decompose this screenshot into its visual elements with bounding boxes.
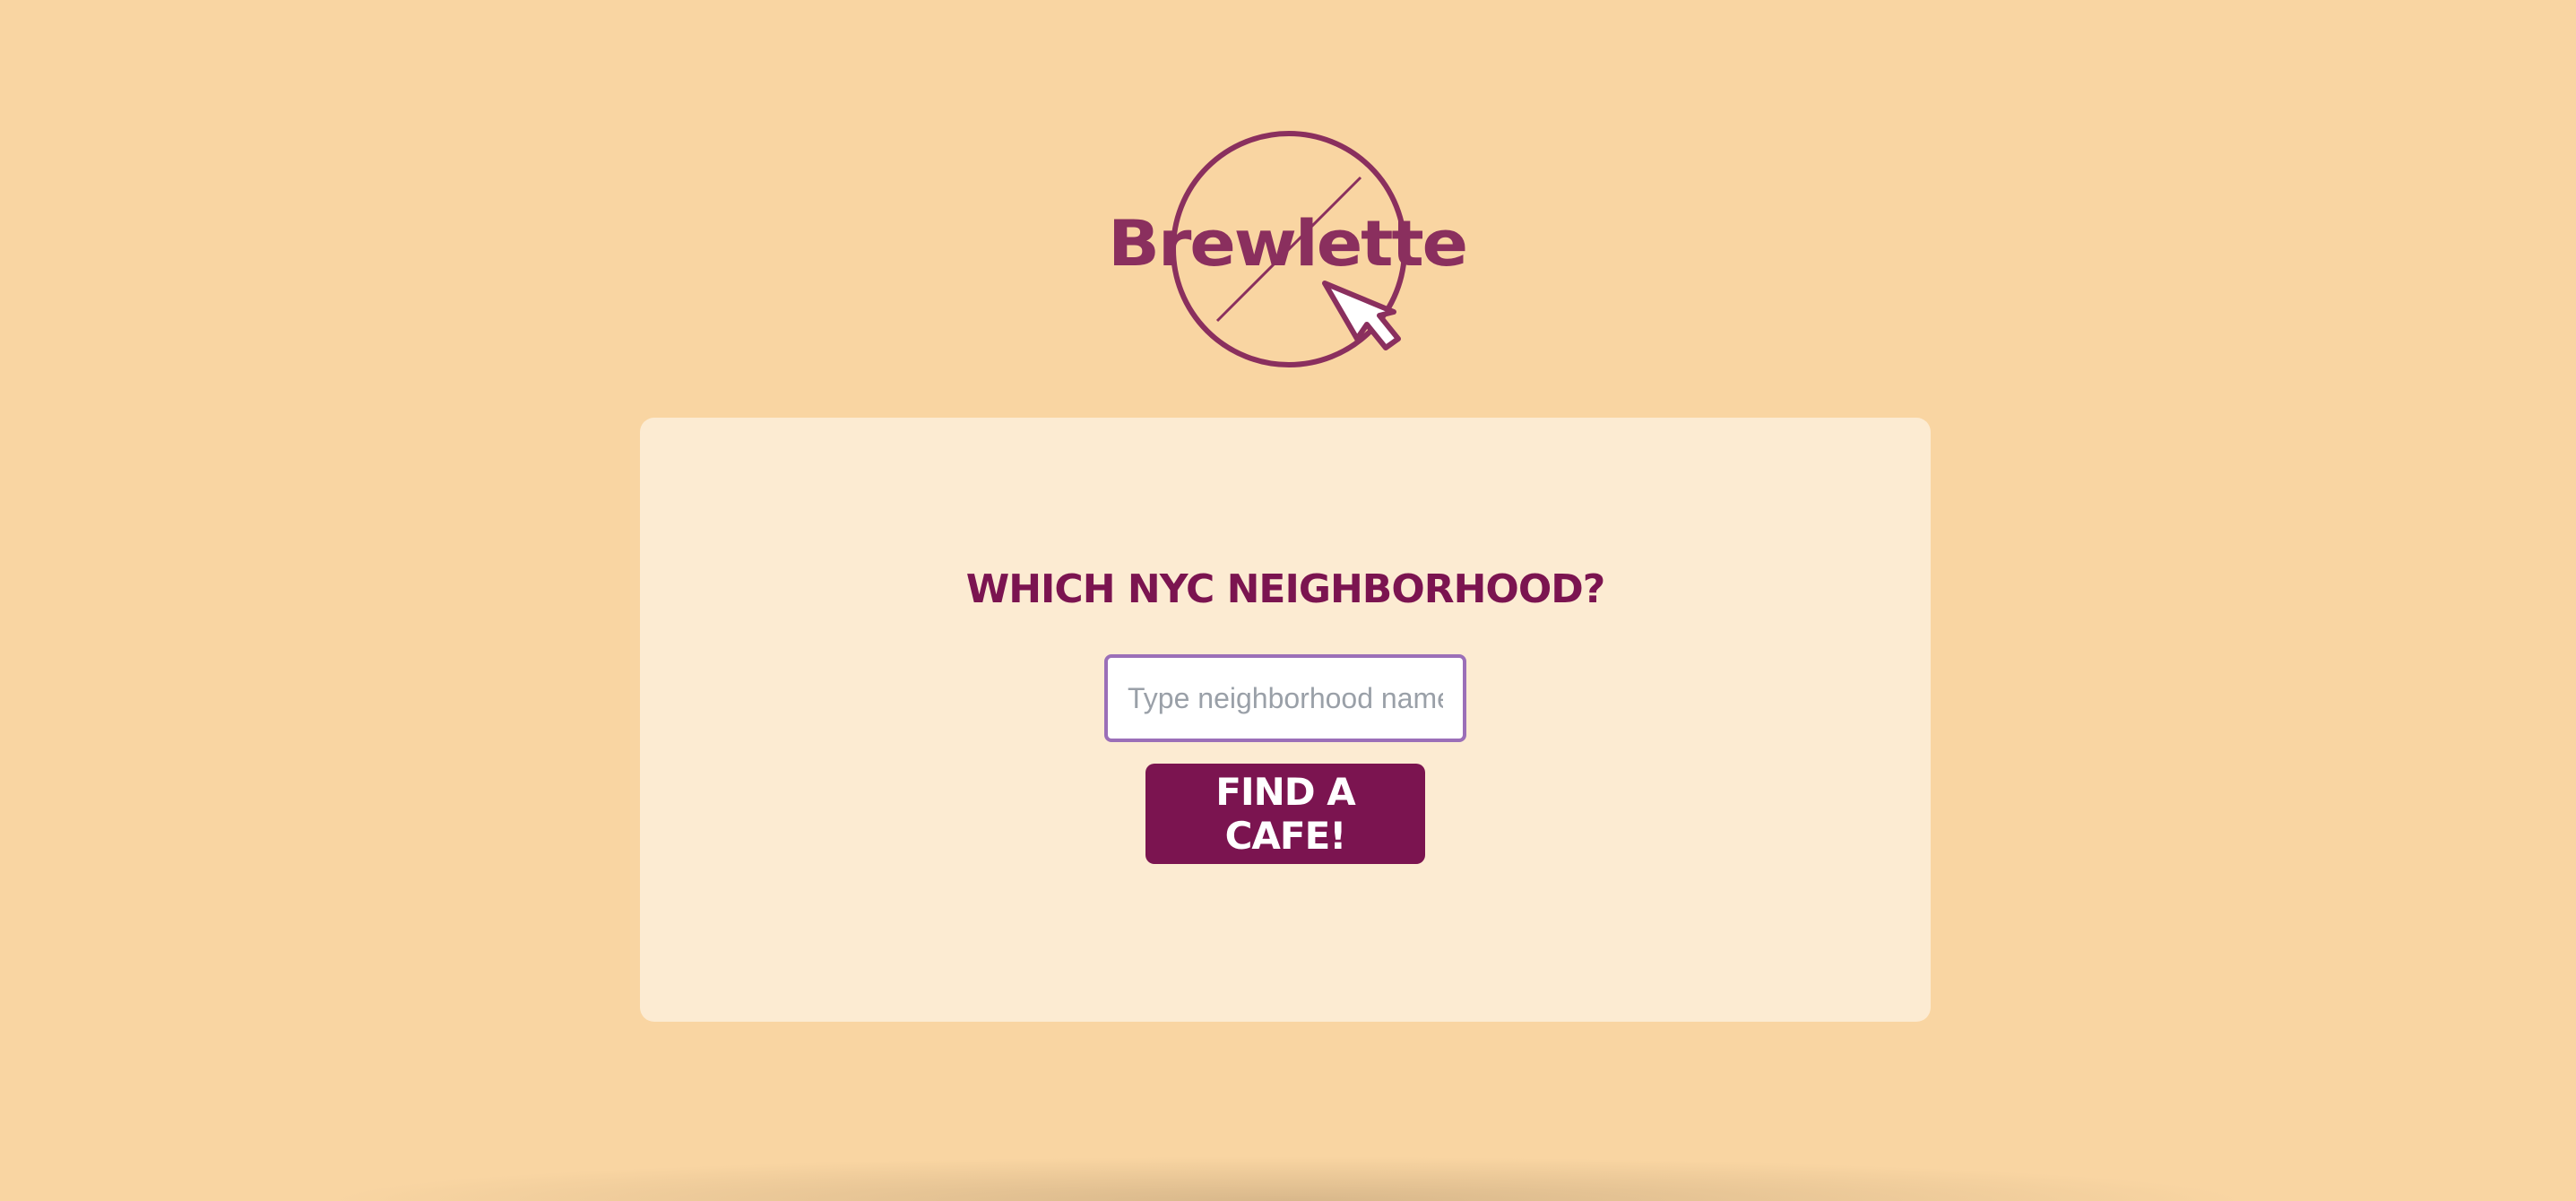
brewlette-logo: Brewlette (1101, 125, 1474, 376)
neighborhood-question: WHICH NYC NEIGHBORHOOD? (965, 566, 1606, 612)
find-cafe-button[interactable]: FIND A CAFE! (1145, 764, 1425, 864)
logo-wordmark: Brewlette (1108, 207, 1466, 281)
search-card: WHICH NYC NEIGHBORHOOD? FIND A CAFE! (640, 418, 1931, 1022)
neighborhood-input[interactable] (1104, 654, 1466, 742)
bottom-shadow (323, 1156, 2253, 1201)
